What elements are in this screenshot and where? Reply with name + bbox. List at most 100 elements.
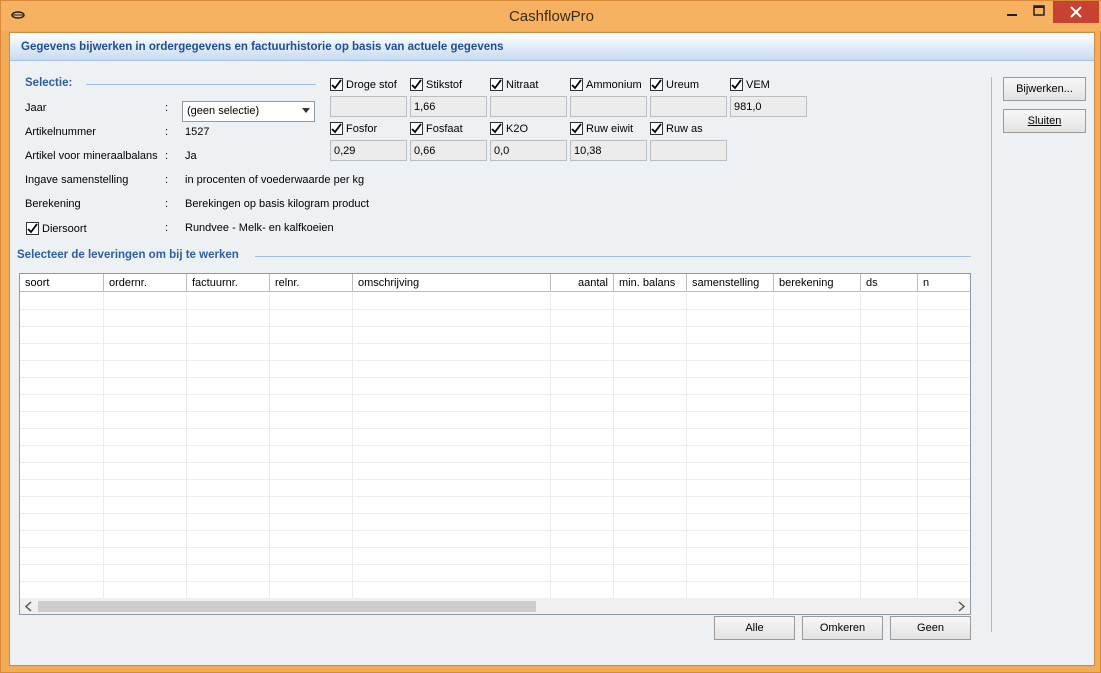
table-cell-divider bbox=[352, 378, 353, 395]
column-header-description[interactable]: omschrijving bbox=[353, 274, 551, 292]
selection-title: Selectie: bbox=[25, 77, 73, 89]
table-cell-divider bbox=[103, 446, 104, 463]
table-cell-divider bbox=[550, 463, 551, 480]
table-cell-divider bbox=[352, 344, 353, 361]
table-cell-divider bbox=[103, 531, 104, 548]
table-row[interactable] bbox=[20, 378, 970, 395]
table-cell-divider bbox=[352, 480, 353, 497]
nutrient-label: Ruw eiwit bbox=[586, 122, 634, 135]
column-header-composition[interactable]: samenstelling bbox=[687, 274, 774, 292]
table-cell-divider bbox=[352, 429, 353, 446]
table-row[interactable] bbox=[20, 327, 970, 344]
table-cell-divider bbox=[550, 429, 551, 446]
nutrient-field-k2o[interactable]: 0,0 bbox=[490, 140, 567, 161]
nutrient-field-nitrate[interactable] bbox=[490, 96, 567, 117]
nutrient-field-vem[interactable]: 981,0 bbox=[730, 96, 807, 117]
nutrient-label: Ruw as bbox=[666, 122, 703, 135]
close-button[interactable]: Sluiten bbox=[1003, 109, 1086, 133]
column-header-relation-number[interactable]: relnr. bbox=[270, 274, 353, 292]
table-cell-divider bbox=[860, 429, 861, 446]
select-none-button[interactable]: Geen bbox=[890, 616, 971, 640]
deliveries-grid[interactable]: soort ordernr. factuurnr. relnr. omschri… bbox=[19, 273, 971, 615]
table-cell-divider bbox=[269, 293, 270, 310]
scrollbar-thumb[interactable] bbox=[38, 601, 536, 612]
animal-type-label: Diersoort bbox=[42, 222, 87, 235]
update-button[interactable]: Bijwerken... bbox=[1003, 77, 1086, 101]
nutrient-field-phosphate[interactable]: 0,66 bbox=[410, 140, 487, 161]
table-row[interactable] bbox=[20, 446, 970, 463]
nutrient-checkbox-phosphorus[interactable]: Fosfor bbox=[330, 122, 377, 135]
table-cell-divider bbox=[186, 327, 187, 344]
table-cell-divider bbox=[103, 293, 104, 310]
table-cell-divider bbox=[860, 548, 861, 565]
column-header-calculation[interactable]: berekening bbox=[774, 274, 861, 292]
table-cell-divider bbox=[352, 463, 353, 480]
table-row[interactable] bbox=[20, 463, 970, 480]
column-header-n[interactable]: n bbox=[918, 274, 970, 292]
select-all-button[interactable]: Alle bbox=[714, 616, 795, 640]
nutrient-checkbox-urea[interactable]: Ureum bbox=[650, 78, 699, 91]
table-row[interactable] bbox=[20, 344, 970, 361]
nutrient-field-nitrogen[interactable]: 1,66 bbox=[410, 96, 487, 117]
deliveries-title: Selecteer de leveringen om bij te werken bbox=[17, 249, 239, 261]
column-header-invoice-number[interactable]: factuurnr. bbox=[187, 274, 270, 292]
main-window: CashflowPro Gegevens bijwerken in orderg… bbox=[0, 0, 1101, 673]
scroll-right-icon[interactable] bbox=[956, 601, 966, 612]
table-row[interactable] bbox=[20, 531, 970, 548]
table-row[interactable] bbox=[20, 429, 970, 446]
table-cell-divider bbox=[352, 497, 353, 514]
table-cell-divider bbox=[686, 565, 687, 582]
nutrient-field-crude-ash[interactable] bbox=[650, 140, 727, 161]
table-row[interactable] bbox=[20, 293, 970, 310]
table-row[interactable] bbox=[20, 310, 970, 327]
table-cell-divider bbox=[103, 429, 104, 446]
minimize-button[interactable] bbox=[999, 1, 1025, 23]
chevron-down-icon bbox=[302, 108, 310, 113]
column-header-type[interactable]: soort bbox=[20, 274, 104, 292]
table-cell-divider bbox=[613, 565, 614, 582]
nutrient-field-phosphorus[interactable]: 0,29 bbox=[330, 140, 407, 161]
nutrient-checkbox-crude-ash[interactable]: Ruw as bbox=[650, 122, 703, 135]
nutrient-checkbox-phosphate[interactable]: Fosfaat bbox=[410, 122, 463, 135]
horizontal-scrollbar[interactable] bbox=[20, 598, 970, 614]
table-row[interactable] bbox=[20, 565, 970, 582]
column-header-ds[interactable]: ds bbox=[861, 274, 918, 292]
table-cell-divider bbox=[186, 446, 187, 463]
invert-selection-button[interactable]: Omkeren bbox=[802, 616, 883, 640]
nutrient-checkbox-nitrogen[interactable]: Stikstof bbox=[410, 78, 462, 91]
column-header-min-balance[interactable]: min. balans bbox=[614, 274, 687, 292]
nutrient-field-dry-matter[interactable] bbox=[330, 96, 407, 117]
title-bar[interactable]: CashflowPro bbox=[1, 1, 1101, 31]
table-row[interactable] bbox=[20, 480, 970, 497]
column-header-order-number[interactable]: ordernr. bbox=[104, 274, 187, 292]
table-row[interactable] bbox=[20, 497, 970, 514]
table-cell-divider bbox=[773, 327, 774, 344]
table-cell-divider bbox=[269, 480, 270, 497]
table-cell-divider bbox=[352, 582, 353, 599]
minimize-icon bbox=[1007, 14, 1017, 16]
table-row[interactable] bbox=[20, 361, 970, 378]
nutrient-checkbox-k2o[interactable]: K2O bbox=[490, 122, 528, 135]
table-row[interactable] bbox=[20, 514, 970, 531]
nutrient-checkbox-vem[interactable]: VEM bbox=[730, 78, 770, 91]
animal-type-checkbox[interactable]: Diersoort bbox=[26, 222, 87, 235]
scroll-left-icon[interactable] bbox=[24, 601, 34, 612]
nutrient-field-urea[interactable] bbox=[650, 96, 727, 117]
nutrient-field-ammonium[interactable] bbox=[570, 96, 647, 117]
composition-input-colon: : bbox=[165, 174, 169, 186]
table-cell-divider bbox=[352, 412, 353, 429]
close-window-button[interactable] bbox=[1053, 1, 1099, 23]
table-cell-divider bbox=[186, 463, 187, 480]
nutrient-checkbox-nitrate[interactable]: Nitraat bbox=[490, 78, 538, 91]
table-row[interactable] bbox=[20, 395, 970, 412]
nutrient-field-crude-protein[interactable]: 10,38 bbox=[570, 140, 647, 161]
column-header-quantity[interactable]: aantal bbox=[551, 274, 614, 292]
table-row[interactable] bbox=[20, 582, 970, 599]
maximize-button[interactable] bbox=[1026, 1, 1052, 23]
year-select[interactable]: (geen selectie) bbox=[182, 101, 315, 122]
nutrient-checkbox-ammonium[interactable]: Ammonium bbox=[570, 78, 642, 91]
table-row[interactable] bbox=[20, 412, 970, 429]
nutrient-checkbox-crude-protein[interactable]: Ruw eiwit bbox=[570, 122, 633, 135]
table-row[interactable] bbox=[20, 548, 970, 565]
nutrient-checkbox-dry-matter[interactable]: Droge stof bbox=[330, 78, 397, 91]
